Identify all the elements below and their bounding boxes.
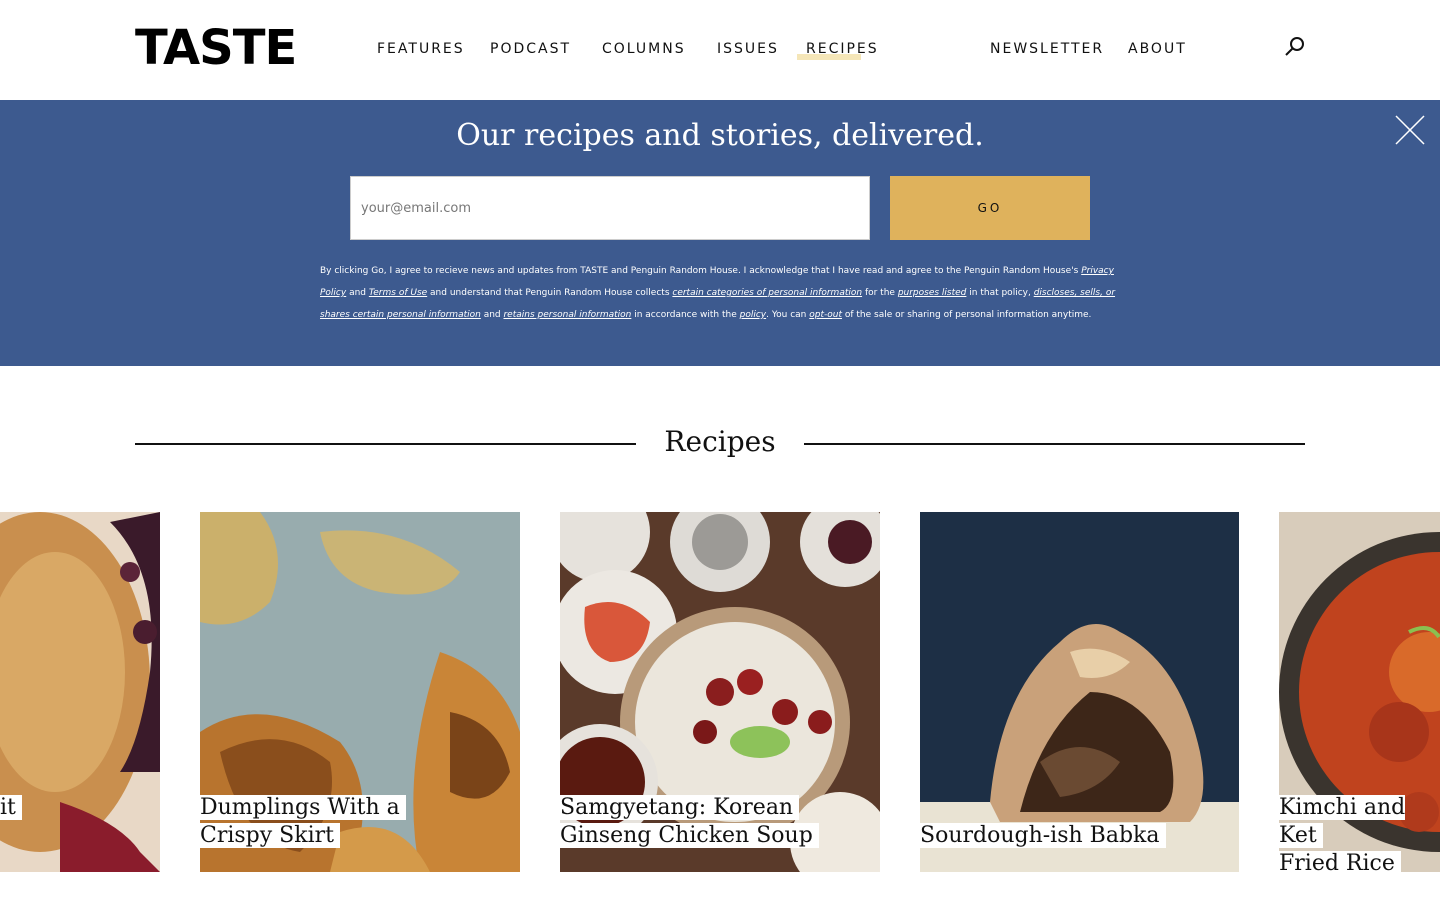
recipe-card[interactable]: Kimchi and Ket Fried Rice bbox=[1279, 512, 1440, 872]
recipe-title: Samgyetang: Korean Ginseng Chicken Soup bbox=[560, 794, 819, 850]
section-divider-left bbox=[135, 443, 636, 445]
legal-text: and bbox=[346, 288, 369, 298]
recipe-title-line: Kimchi and Ket bbox=[1279, 795, 1406, 848]
terms-of-use-link[interactable]: Terms of Use bbox=[369, 288, 427, 298]
recipe-title: it bbox=[0, 794, 22, 822]
legal-text: . You can bbox=[766, 310, 810, 320]
retains-info-link[interactable]: retains personal information bbox=[503, 310, 631, 320]
section-divider-right bbox=[804, 443, 1305, 445]
newsletter-banner: Our recipes and stories, delivered. GO B… bbox=[0, 100, 1440, 366]
recipe-card[interactable]: Samgyetang: Korean Ginseng Chicken Soup bbox=[560, 512, 880, 872]
recipe-title: Dumplings With a Crispy Skirt bbox=[200, 794, 406, 850]
nav-columns[interactable]: COLUMNS bbox=[602, 40, 686, 58]
recipe-title-line: Crispy Skirt bbox=[200, 823, 340, 848]
go-button[interactable]: GO bbox=[890, 176, 1090, 240]
close-icon[interactable] bbox=[1394, 114, 1426, 146]
recipe-card[interactable]: it bbox=[0, 512, 160, 872]
nav-features[interactable]: FEATURES bbox=[377, 40, 465, 58]
personal-info-categories-link[interactable]: certain categories of personal informati… bbox=[672, 288, 862, 298]
legal-text: for the bbox=[862, 288, 898, 298]
recipe-image bbox=[920, 512, 1239, 872]
recipe-title-line: Samgyetang: Korean bbox=[560, 795, 800, 820]
legal-text: of the sale or sharing of personal infor… bbox=[842, 310, 1092, 320]
purposes-listed-link[interactable]: purposes listed bbox=[898, 288, 967, 298]
recipe-title-line: Sourdough-ish Babka bbox=[920, 823, 1166, 848]
nav-issues[interactable]: ISSUES bbox=[717, 40, 779, 58]
recipe-title-line: Fried Rice bbox=[1279, 851, 1401, 872]
recipe-title: Sourdough-ish Babka bbox=[920, 822, 1166, 850]
newsletter-title: Our recipes and stories, delivered. bbox=[456, 118, 984, 153]
recipe-title: Kimchi and Ket Fried Rice bbox=[1279, 794, 1440, 872]
recipe-title-line: it bbox=[0, 795, 22, 820]
nav-podcast[interactable]: PODCAST bbox=[490, 40, 571, 58]
legal-text: in accordance with the bbox=[631, 310, 740, 320]
nav-about[interactable]: ABOUT bbox=[1128, 40, 1187, 58]
section-heading: Recipes bbox=[664, 425, 776, 458]
recipe-title-line: Ginseng Chicken Soup bbox=[560, 823, 819, 848]
legal-text: and understand that Penguin Random House… bbox=[427, 288, 673, 298]
nav-newsletter[interactable]: NEWSLETTER bbox=[990, 40, 1104, 58]
legal-text: By clicking Go, I agree to recieve news … bbox=[320, 266, 1082, 276]
opt-out-link[interactable]: opt-out bbox=[809, 310, 842, 320]
email-input[interactable] bbox=[350, 176, 870, 240]
policy-link[interactable]: policy bbox=[740, 310, 767, 320]
recipe-image bbox=[0, 512, 160, 872]
recipe-card[interactable]: Dumplings With a Crispy Skirt bbox=[200, 512, 520, 872]
site-logo[interactable]: TASTE bbox=[135, 22, 297, 74]
legal-text: and bbox=[480, 310, 504, 320]
recipe-title-line: Dumplings With a bbox=[200, 795, 406, 820]
recipe-card[interactable]: Sourdough-ish Babka bbox=[920, 512, 1239, 872]
search-icon[interactable] bbox=[1283, 34, 1307, 58]
legal-disclaimer: By clicking Go, I agree to recieve news … bbox=[320, 260, 1120, 326]
nav-recipes[interactable]: RECIPES bbox=[806, 40, 879, 58]
site-header: TASTE FEATURES PODCAST COLUMNS ISSUES RE… bbox=[0, 0, 1440, 100]
legal-text: in that policy, bbox=[966, 288, 1034, 298]
